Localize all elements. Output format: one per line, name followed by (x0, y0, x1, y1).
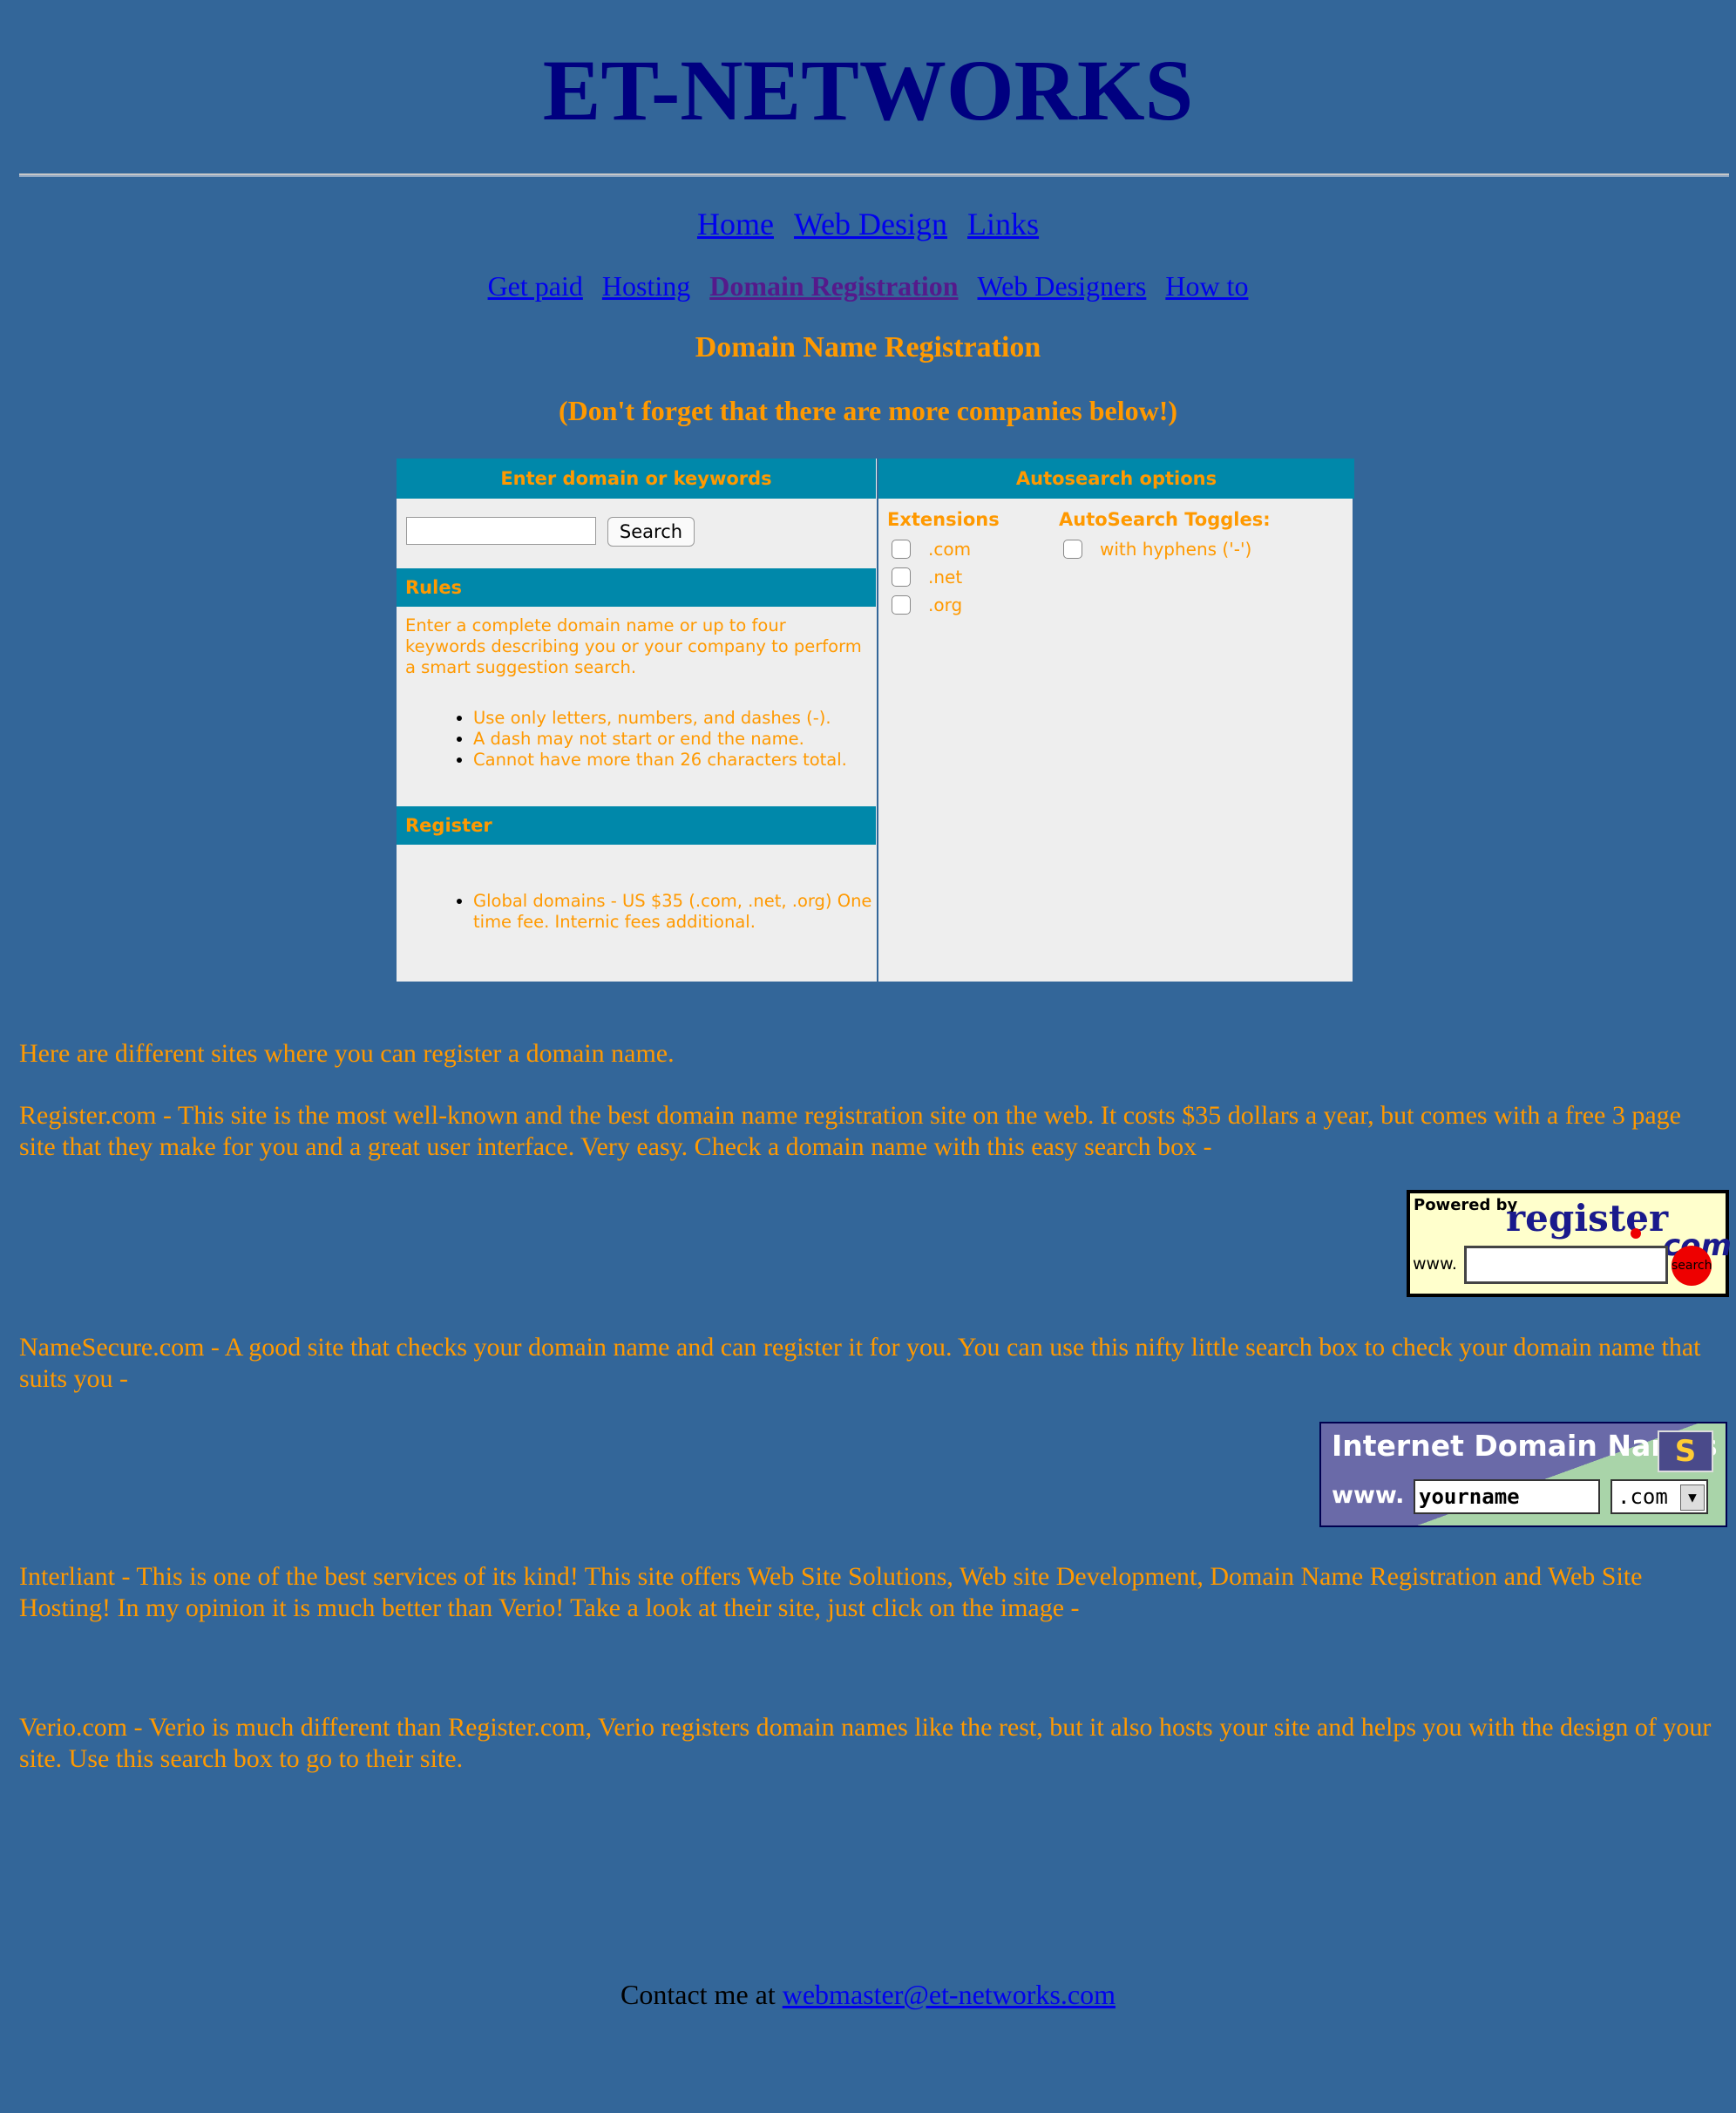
rules-section: Enter a complete domain name or up to fo… (397, 607, 876, 806)
toggle-option[interactable]: with hyphens ('-') (1059, 535, 1271, 563)
extension-option[interactable]: .net (887, 563, 1000, 591)
search-row: Search (397, 499, 876, 568)
intro-paragraph: Here are different sites where you can r… (19, 1039, 675, 1068)
namesecure-paragraph: NameSecure.com - A good site that checks… (19, 1333, 1701, 1393)
domain-search-input[interactable] (406, 517, 596, 545)
register-com-input[interactable] (1464, 1246, 1668, 1284)
primary-nav: Home Web Design Links (0, 206, 1736, 242)
checkbox-icon[interactable] (892, 567, 911, 587)
toggle-label: with hyphens ('-') (1100, 539, 1252, 560)
contact-prefix: Contact me at (620, 1979, 776, 2010)
register-com-logo: register (1506, 1197, 1669, 1240)
nav-how-to-link[interactable]: How to (1165, 270, 1248, 302)
search-button[interactable]: Search (607, 517, 695, 547)
verio-paragraph: Verio.com - Verio is much different than… (19, 1713, 1712, 1773)
page-heading: Domain Name Registration (695, 331, 1041, 363)
autosearch-column: Autosearch options Extensions .com .net … (877, 459, 1354, 982)
register-header: Register (397, 806, 876, 845)
nav-links-link[interactable]: Links (967, 207, 1039, 241)
register-section: Global domains - US $35 (.com, .net, .or… (397, 891, 876, 1026)
register-item: Global domains - US $35 (.com, .net, .or… (473, 891, 876, 933)
register-com-search-button[interactable]: search (1672, 1246, 1712, 1286)
contact-line: Contact me at webmaster@et-networks.com (0, 1979, 1736, 2011)
interliant-paragraph: Interliant - This is one of the best ser… (19, 1562, 1643, 1622)
toggles-group: AutoSearch Toggles: with hyphens ('-') (1059, 509, 1271, 563)
site-title: ET-NETWORKS (542, 42, 1194, 139)
namesecure-logo-icon: S (1658, 1430, 1713, 1472)
chevron-down-icon[interactable]: ▼ (1680, 1485, 1705, 1511)
nav-home-link[interactable]: Home (697, 207, 774, 241)
idn-extension-select[interactable]: .com ▼ (1611, 1479, 1708, 1514)
www-label: www. (1332, 1482, 1405, 1509)
secondary-nav: Get paid Hosting Domain Registration Web… (0, 270, 1736, 302)
extensions-group: Extensions .com .net .org (887, 509, 1000, 619)
rules-text: Enter a complete domain name or up to fo… (405, 615, 862, 677)
namesecure-search-widget: Internet Domain Names S www. yourname .c… (1319, 1422, 1727, 1527)
extension-option[interactable]: .com (887, 535, 1000, 563)
checkbox-icon[interactable] (1063, 540, 1082, 559)
powered-by-label: Powered by (1414, 1196, 1518, 1214)
rule-item: A dash may not start or end the name. (473, 729, 876, 750)
nav-web-design-link[interactable]: Web Design (794, 207, 947, 241)
domain-search-widget: Enter domain or keywords Search Rules En… (397, 459, 1354, 982)
nav-get-paid-link[interactable]: Get paid (488, 270, 583, 302)
extension-label: .org (928, 594, 963, 615)
checkbox-icon[interactable] (892, 540, 911, 559)
idn-extension-value: .com (1617, 1485, 1668, 1509)
rule-item: Cannot have more than 26 characters tota… (473, 750, 876, 771)
extension-option[interactable]: .org (887, 591, 1000, 619)
register-com-search-widget: Powered by register com www. search (1407, 1190, 1732, 1297)
toggles-heading: AutoSearch Toggles: (1059, 509, 1271, 530)
search-header: Enter domain or keywords (397, 459, 876, 499)
divider (19, 173, 1729, 177)
contact-email-link[interactable]: webmaster@et-networks.com (783, 1979, 1116, 2010)
idn-domain-input[interactable]: yourname (1414, 1479, 1600, 1514)
rules-list: Use only letters, numbers, and dashes (-… (397, 708, 876, 771)
nav-domain-registration-link[interactable]: Domain Registration (709, 270, 958, 302)
extensions-heading: Extensions (887, 509, 1000, 530)
register-list: Global domains - US $35 (.com, .net, .or… (397, 891, 876, 933)
checkbox-icon[interactable] (892, 595, 911, 615)
rule-item: Use only letters, numbers, and dashes (-… (473, 708, 876, 729)
rules-header: Rules (397, 568, 876, 607)
register-paragraph: Register.com - This site is the most wel… (19, 1101, 1681, 1161)
nav-web-designers-link[interactable]: Web Designers (978, 270, 1147, 302)
autosearch-header: Autosearch options (878, 459, 1354, 499)
extension-label: .com (928, 539, 972, 560)
nav-hosting-link[interactable]: Hosting (602, 270, 690, 302)
logo-dot-icon (1631, 1228, 1641, 1239)
search-column: Enter domain or keywords Search Rules En… (397, 459, 876, 982)
extension-label: .net (928, 567, 963, 588)
www-label: www. (1413, 1254, 1457, 1274)
page-note: (Don't forget that there are more compan… (558, 395, 1178, 426)
